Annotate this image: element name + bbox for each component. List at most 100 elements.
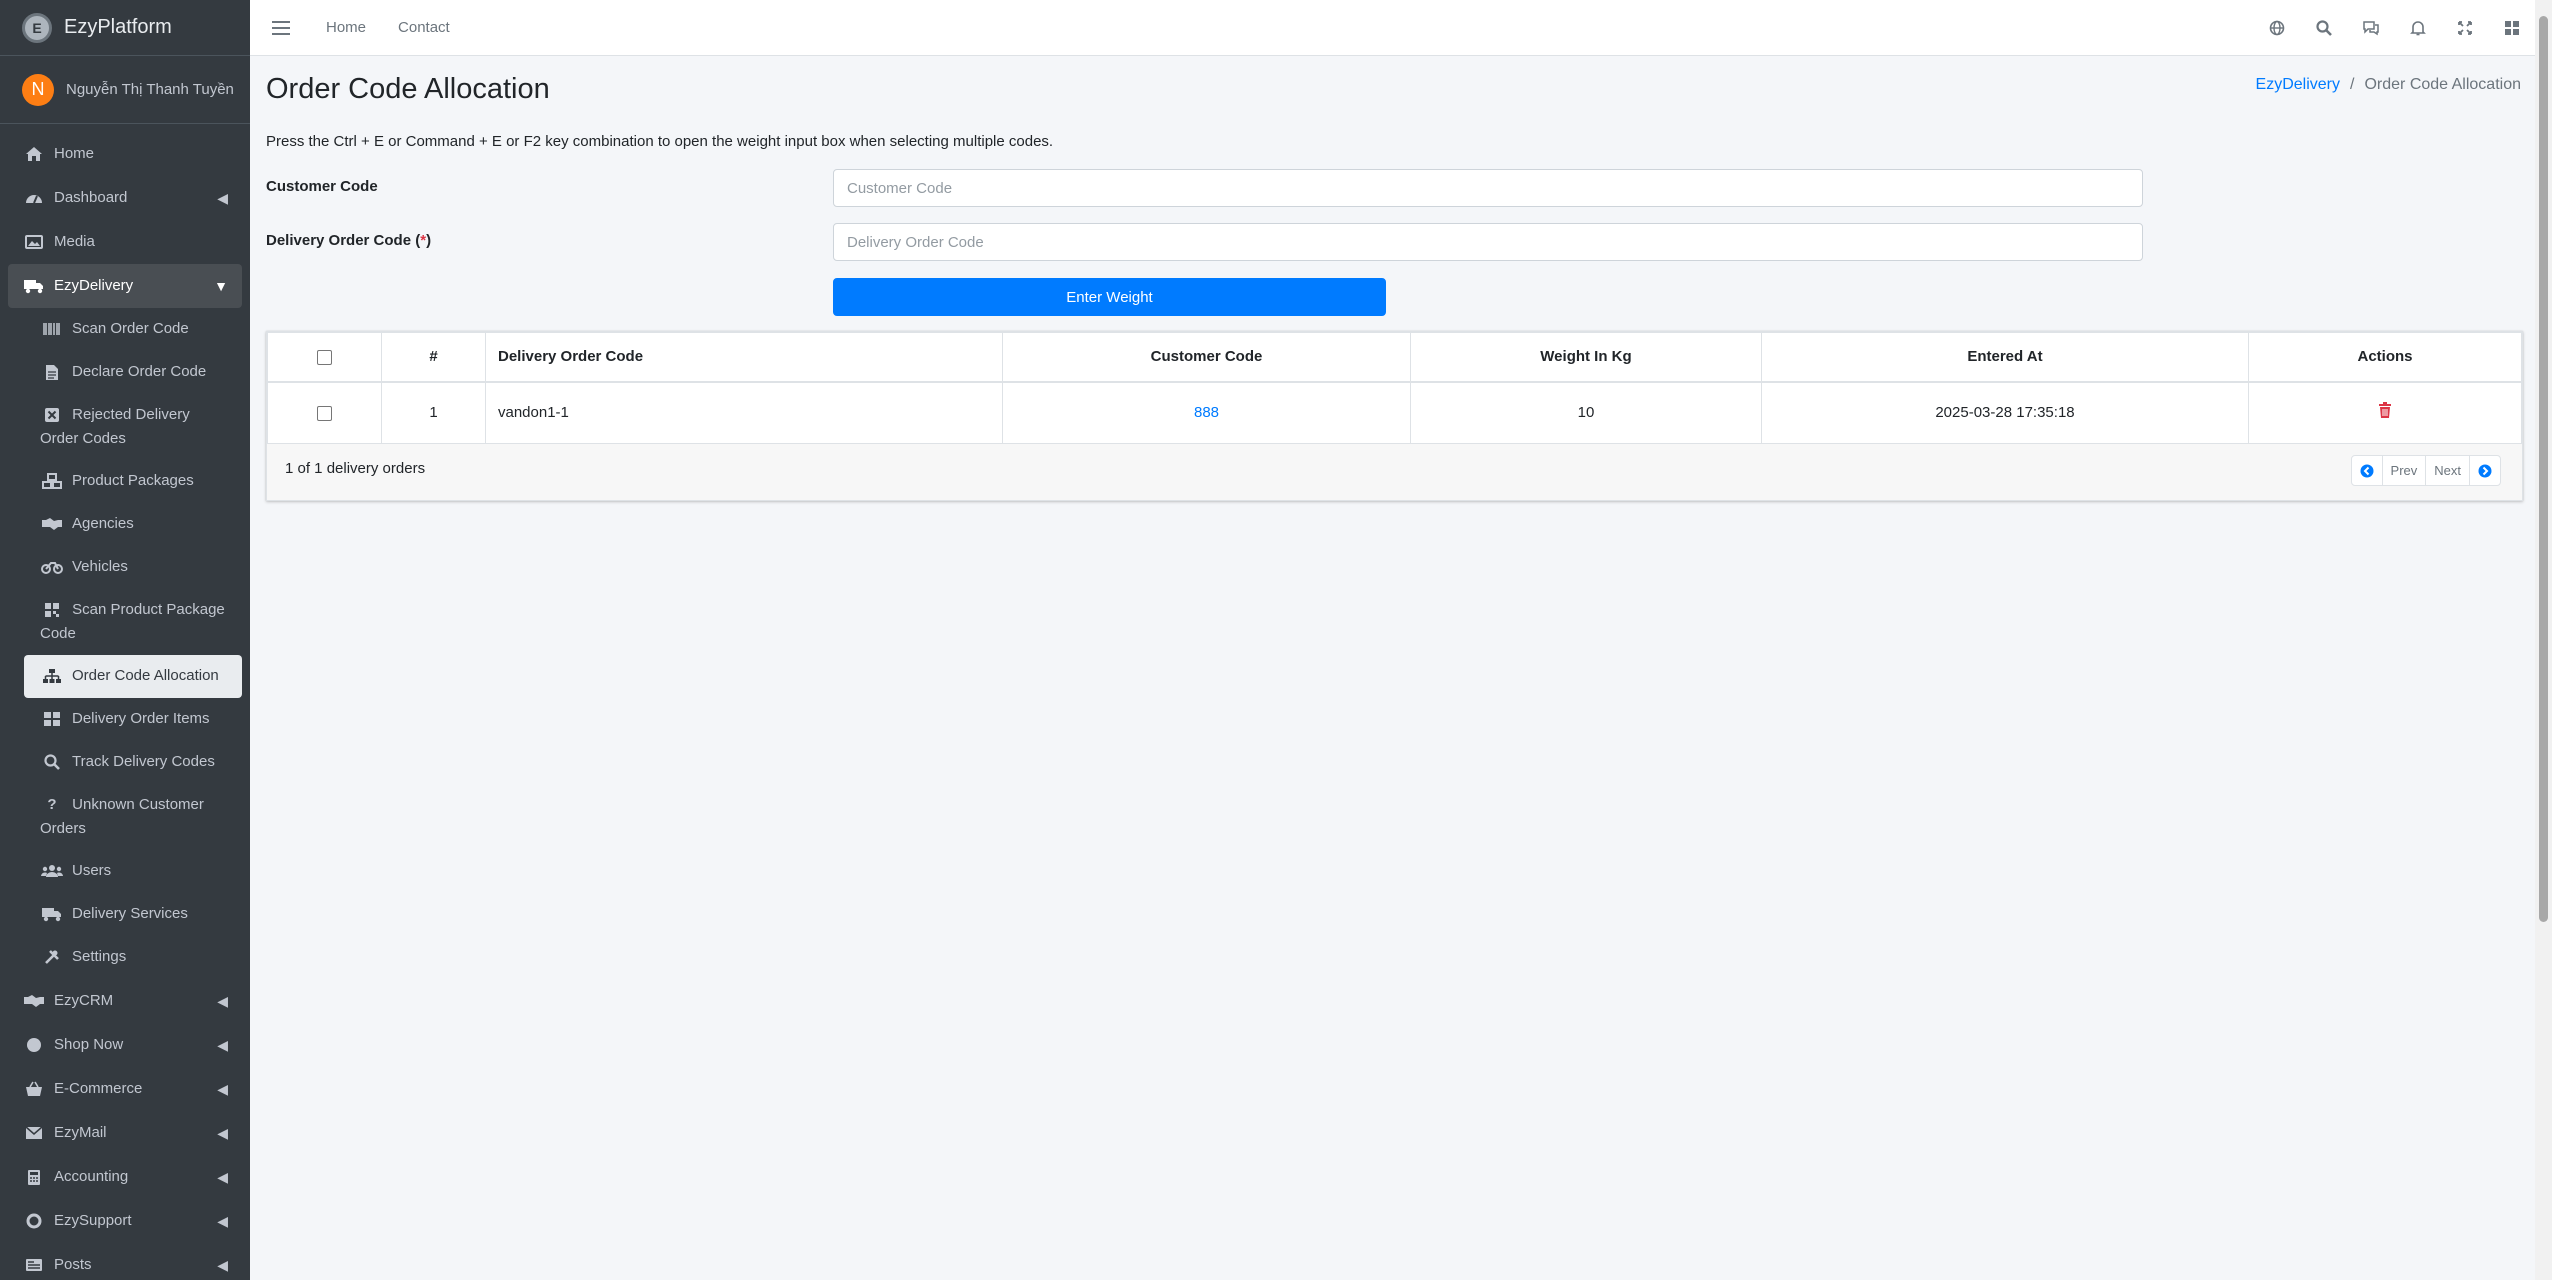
- sidebar-item-label: Order Code Allocation: [72, 667, 219, 685]
- page-scrollbar[interactable]: [2535, 0, 2552, 1280]
- scrollbar-thumb[interactable]: [2539, 16, 2548, 922]
- select-all-checkbox[interactable]: [317, 349, 332, 365]
- breadcrumb-link-ezydelivery[interactable]: EzyDelivery: [2256, 76, 2340, 94]
- file-icon: [40, 360, 64, 384]
- sidebar-item-delivery-services[interactable]: Delivery Services: [24, 893, 242, 936]
- sidebar-item-agencies[interactable]: Agencies: [24, 503, 242, 546]
- apps-grid-icon[interactable]: [2488, 0, 2535, 56]
- top-link-contact[interactable]: Contact: [398, 19, 450, 36]
- sidebar-item-settings[interactable]: Settings: [24, 936, 242, 979]
- sitemap-icon: [40, 664, 64, 688]
- sidebar-item-e-commerce[interactable]: E-Commerce ◀: [8, 1067, 242, 1111]
- sidebar-item-unknown-customer-orders[interactable]: ? Unknown Customer Orders: [24, 784, 242, 850]
- top-link-home[interactable]: Home: [326, 19, 366, 36]
- tools-icon: [40, 945, 64, 969]
- sidebar-item-label: Accounting: [54, 1168, 129, 1186]
- sidebar-item-track-delivery-codes[interactable]: Track Delivery Codes: [24, 741, 242, 784]
- keyboard-hint: Press the Ctrl + E or Command + E or F2 …: [266, 133, 1054, 150]
- delivery-orders-table: # Delivery Order Code Customer Code Weig…: [267, 332, 2522, 444]
- brand-link[interactable]: E EzyPlatform: [0, 0, 250, 56]
- page-title: Order Code Allocation: [266, 73, 550, 105]
- row-delivery-order-code: vandon1-1: [485, 381, 1003, 444]
- customer-code-input[interactable]: [833, 169, 2143, 207]
- chevron-left-icon: ◀: [217, 190, 228, 206]
- col-entered-at-header: Entered At: [1761, 332, 2249, 383]
- col-index-header: #: [381, 332, 486, 383]
- sidebar-item-ezycrm[interactable]: EzyCRM ◀: [8, 979, 242, 1023]
- user-panel[interactable]: N Nguyễn Thị Thanh Tuyền: [0, 56, 250, 124]
- sidebar-item-scan-product-package-code[interactable]: Scan Product Package Code: [24, 589, 242, 655]
- sidebar-item-ezysupport[interactable]: EzySupport ◀: [8, 1199, 242, 1243]
- row-checkbox[interactable]: [317, 405, 332, 421]
- sidebar-item-posts[interactable]: Posts ◀: [8, 1243, 242, 1280]
- row-customer-code-link[interactable]: 888: [1194, 404, 1219, 421]
- envelope-icon: [22, 1121, 46, 1145]
- handshake-icon: [22, 989, 46, 1013]
- fullscreen-icon[interactable]: [2441, 0, 2488, 56]
- delivery-order-code-label-text: Delivery Order Code (: [266, 232, 421, 249]
- row-select-cell: [267, 381, 382, 444]
- col-delivery-order-code-header: Delivery Order Code: [485, 332, 1003, 383]
- row-entered-at: 2025-03-28 17:35:18: [1761, 381, 2249, 444]
- sidebar-item-shop-now[interactable]: Shop Now ◀: [8, 1023, 242, 1067]
- sidebar-item-label: Dashboard: [54, 189, 128, 206]
- comments-icon[interactable]: [2347, 0, 2394, 56]
- sidebar-item-declare-order-code[interactable]: Declare Order Code: [24, 351, 242, 394]
- sidebar-item-label: EzyDelivery: [54, 277, 134, 294]
- sidebar-item-delivery-order-items[interactable]: Delivery Order Items: [24, 698, 242, 741]
- sidebar-item-label: Agencies: [72, 515, 134, 533]
- sidebar-item-label: Declare Order Code: [72, 363, 207, 380]
- chevron-down-icon: ▼: [214, 278, 228, 294]
- ezydelivery-submenu: Scan Order Code Declare Order Code Rejec…: [8, 308, 242, 979]
- sidebar-item-label: Delivery Order Items: [72, 710, 210, 728]
- search-icon[interactable]: [2300, 0, 2347, 56]
- enter-weight-button[interactable]: Enter Weight: [833, 278, 1386, 316]
- globe-icon[interactable]: [2253, 0, 2300, 56]
- avatar: N: [22, 73, 54, 106]
- chevron-left-icon: ◀: [217, 1125, 228, 1142]
- top-icon-bar: [2253, 0, 2535, 56]
- basket-icon: [22, 1077, 46, 1101]
- brand-logo-icon: E: [22, 12, 52, 43]
- sidebar-item-label: EzyCRM: [54, 992, 114, 1010]
- sidebar-item-home[interactable]: Home: [8, 132, 242, 176]
- calculator-icon: [22, 1165, 46, 1189]
- lifering-icon: [22, 1209, 46, 1233]
- sidebar-item-product-packages[interactable]: Product Packages: [24, 460, 242, 503]
- sidebar-item-label: Product Packages: [72, 472, 194, 490]
- sidebar-item-label: Shop Now: [54, 1036, 124, 1054]
- pagination: Prev Next: [2350, 455, 2501, 486]
- dashboard-icon: [22, 186, 46, 210]
- sidebar-item-ezymail[interactable]: EzyMail ◀: [8, 1111, 242, 1155]
- sidebar-item-accounting[interactable]: Accounting ◀: [8, 1155, 242, 1199]
- sidebar-item-dashboard[interactable]: Dashboard ◀: [8, 176, 242, 220]
- sidebar-item-vehicles[interactable]: Vehicles: [24, 546, 242, 589]
- sidebar-item-ezydelivery[interactable]: EzyDelivery ▼: [8, 264, 242, 308]
- menu-toggle-icon[interactable]: [272, 20, 290, 35]
- delivery-order-code-label-end: ): [426, 232, 432, 249]
- bell-icon[interactable]: [2394, 0, 2441, 56]
- top-navbar: Home Contact: [250, 0, 2535, 56]
- prev-page-button[interactable]: Prev: [2381, 456, 2426, 485]
- sidebar-item-users[interactable]: Users: [24, 850, 242, 893]
- next-arrow-icon[interactable]: [2469, 456, 2500, 485]
- sidebar-item-label: Scan Product Package Code: [40, 601, 225, 643]
- sidebar-item-rejected-delivery-order-codes[interactable]: Rejected Delivery Order Codes: [24, 394, 242, 460]
- sidebar-item-label: EzySupport: [54, 1212, 132, 1230]
- sidebar-item-media[interactable]: Media: [8, 220, 242, 264]
- breadcrumb-separator: /: [2350, 76, 2355, 93]
- grid-icon: [40, 707, 64, 731]
- sidebar-item-scan-order-code[interactable]: Scan Order Code: [24, 308, 242, 351]
- row-customer-code-cell: 888: [1002, 381, 1411, 444]
- question-icon: ?: [47, 796, 57, 814]
- sidebar-item-label: E-Commerce: [54, 1080, 143, 1098]
- trash-icon[interactable]: [2378, 402, 2392, 423]
- delivery-order-code-input[interactable]: [833, 223, 2143, 261]
- sidebar-item-label: Track Delivery Codes: [72, 753, 215, 771]
- chevron-left-icon: ◀: [217, 1213, 228, 1230]
- table-row: 1 vandon1-1 888 10 2025-03-28 17:35:18: [267, 381, 2522, 444]
- sidebar-item-order-code-allocation[interactable]: Order Code Allocation: [24, 655, 242, 699]
- prev-arrow-icon[interactable]: [2352, 456, 2382, 485]
- newspaper-icon: [22, 1253, 46, 1277]
- next-page-button[interactable]: Next: [2425, 456, 2469, 485]
